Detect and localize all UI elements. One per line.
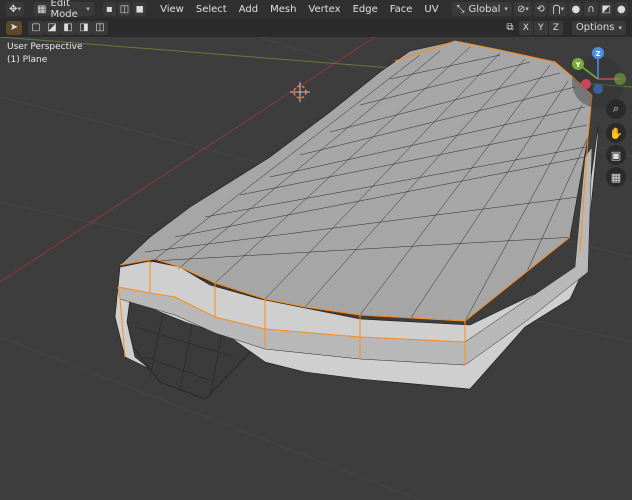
- select-invert-icon[interactable]: ◨: [76, 20, 92, 35]
- menu-edge[interactable]: Edge: [348, 2, 383, 16]
- mode-dropdown[interactable]: ▦ Edit Mode ▾: [33, 0, 94, 20]
- mode-label: Edit Mode: [50, 0, 78, 20]
- object-label: (1) Plane: [7, 55, 48, 65]
- transform-orientation-dropdown[interactable]: ⤡ Global ▾: [452, 2, 512, 16]
- magnet-icon[interactable]: ⋂ ▾: [549, 2, 568, 16]
- shading-icon[interactable]: ●: [614, 2, 628, 16]
- chevron-down-icon: ▾: [86, 5, 90, 13]
- mirror-icon: ⧉: [506, 22, 514, 33]
- select-extend-icon[interactable]: ◪: [44, 20, 60, 35]
- mirror-x-button[interactable]: X: [518, 20, 533, 35]
- chevron-down-icon: ▾: [618, 23, 622, 32]
- mirror-z-button[interactable]: Z: [548, 20, 563, 35]
- options-dropdown[interactable]: Options ▾: [571, 20, 626, 35]
- select-intersect-icon[interactable]: ◫: [92, 20, 108, 35]
- select-new-icon[interactable]: ▢: [28, 20, 44, 35]
- header-bar: ✥ ▾ ▦ Edit Mode ▾ ▪ ◫ ◼ View Select Add M…: [0, 0, 632, 20]
- mode-icon: ▦: [37, 3, 47, 15]
- gizmo-y-label: Y: [574, 61, 581, 69]
- select-subtract-icon[interactable]: ◧: [60, 20, 76, 35]
- menu-mesh[interactable]: Mesh: [265, 2, 301, 16]
- options-label: Options: [575, 22, 615, 33]
- editor-type-icon[interactable]: ✥ ▾: [6, 2, 25, 16]
- zoom-icon[interactable]: ⌕: [606, 99, 626, 119]
- grid-icon[interactable]: ▦: [606, 167, 626, 187]
- menu-uv[interactable]: UV: [419, 2, 443, 16]
- menu-face[interactable]: Face: [385, 2, 418, 16]
- gizmo-z-label: Z: [595, 50, 600, 58]
- tool-settings-bar: ➤ ▢ ◪ ◧ ◨ ◫ ⧉ X Y Z Options ▾: [0, 18, 632, 37]
- 3d-viewport[interactable]: Z Y User Perspective (1) Plane ⌕ ✋ ▣ ▦: [0, 37, 632, 500]
- proportional-icon[interactable]: ●: [569, 2, 583, 16]
- perspective-label: User Perspective: [7, 42, 83, 52]
- mirror-axes: ⧉ X Y Z Options ▾: [502, 20, 626, 35]
- chevron-down-icon: ▾: [504, 5, 508, 13]
- menu-select[interactable]: Select: [191, 2, 232, 16]
- orientation-label: Global: [468, 3, 501, 15]
- overlay-icon[interactable]: ◩: [599, 2, 613, 16]
- hand-icon[interactable]: ✋: [606, 123, 626, 143]
- menu-add[interactable]: Add: [234, 2, 263, 16]
- orientation-icon: ⤡: [456, 3, 465, 15]
- camera-icon[interactable]: ▣: [606, 145, 626, 165]
- mirror-y-button[interactable]: Y: [533, 20, 548, 35]
- menu-vertex[interactable]: Vertex: [303, 2, 345, 16]
- 3d-cursor[interactable]: [290, 82, 310, 102]
- tool-select-icon[interactable]: ➤: [6, 20, 22, 35]
- viewport-canvas: Z Y: [0, 37, 632, 500]
- pivot-icon[interactable]: ⊘ ▾: [513, 2, 533, 16]
- edge-select-icon[interactable]: ◫: [117, 2, 132, 16]
- mesh-plane[interactable]: [114, 40, 599, 400]
- menu-view[interactable]: View: [155, 2, 189, 16]
- falloff-icon[interactable]: ∩: [584, 2, 598, 16]
- snap-icon[interactable]: ⟲: [534, 2, 548, 16]
- face-select-icon[interactable]: ◼: [133, 2, 147, 16]
- vertex-select-icon[interactable]: ▪: [102, 2, 116, 16]
